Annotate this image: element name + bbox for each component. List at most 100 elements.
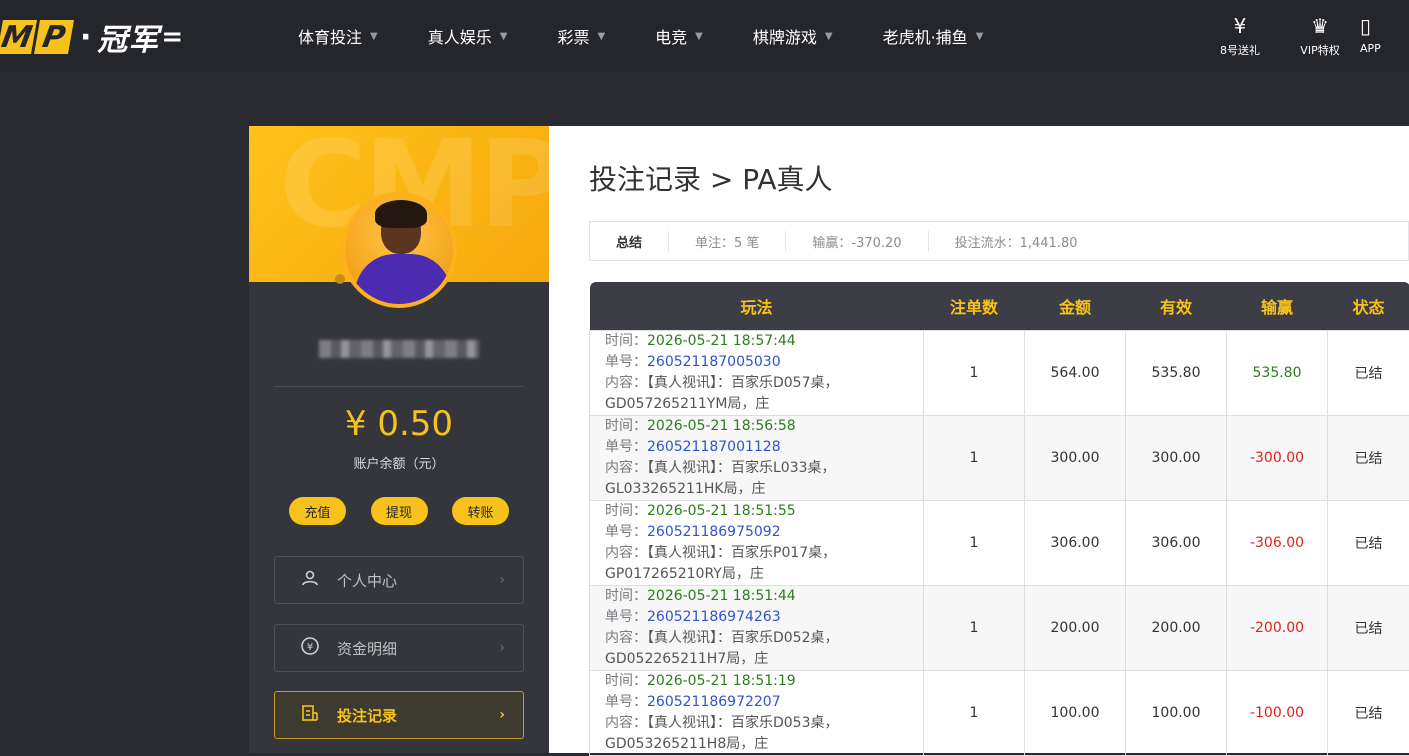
chevron-down-icon: ▼	[500, 31, 508, 42]
summary-turnover: 投注流水：1,441.80	[929, 231, 1104, 251]
username-blurred	[249, 340, 549, 362]
bet-detail-cell: 时间：2026-05-21 18:57:44 单号：26052118700503…	[590, 330, 924, 415]
bet-amount-cell: 100.00	[1025, 670, 1126, 755]
nav-lottery[interactable]: 彩票▼	[557, 24, 605, 48]
bet-content-line-1: 【真人视讯】：百家乐D057桌，	[647, 375, 839, 391]
gift-icon: ¥	[1234, 14, 1247, 38]
status-cell: 已结	[1328, 670, 1409, 755]
top-navigation-bar: M P · 冠军 = 体育投注▼ 真人娱乐▼ 彩票▼ 电竞▼ 棋牌游戏▼ 老虎机…	[0, 0, 1409, 72]
valid-amount-cell: 300.00	[1126, 415, 1227, 500]
table-row: 时间：2026-05-21 18:51:55 单号：26052118697509…	[590, 500, 1409, 585]
status-cell: 已结	[1328, 500, 1409, 585]
bet-content-line-2: GD052265211H7局，庄	[605, 651, 768, 667]
gift-link[interactable]: ¥ 8号送礼	[1200, 14, 1280, 58]
status-cell: 已结	[1328, 330, 1409, 415]
logo-brand: 冠军	[97, 15, 159, 59]
order-number-link[interactable]: 260521187001128	[647, 439, 781, 455]
app-link[interactable]: ▯ APP	[1360, 14, 1400, 58]
result-cell: -300.00	[1227, 415, 1328, 500]
vip-link[interactable]: ♛ VIP特权	[1280, 14, 1360, 58]
summary-bet-count: 单注：5 笔	[669, 231, 786, 251]
sidebar-divider	[274, 386, 524, 387]
money-cycle-icon: ¥	[297, 636, 323, 661]
bet-content-line-1: 【真人视讯】：百家乐P017桌，	[647, 545, 836, 561]
chevron-right-icon: ›	[499, 572, 505, 588]
bet-time: 2026-05-21 18:51:19	[647, 673, 796, 689]
bet-content-line-2: GD053265211H8局，庄	[605, 736, 768, 752]
summary-profit: 输赢：-370.20	[786, 231, 928, 251]
content-label: 内容：	[605, 630, 647, 646]
result-cell: -306.00	[1227, 500, 1328, 585]
valid-amount-cell: 306.00	[1126, 500, 1227, 585]
content-label: 内容：	[605, 460, 647, 476]
bet-detail-cell: 时间：2026-05-21 18:51:44 单号：26052118697426…	[590, 585, 924, 670]
order-label: 单号：	[605, 524, 647, 540]
phone-icon: ▯	[1360, 14, 1371, 38]
content-label: 内容：	[605, 545, 647, 561]
bet-time: 2026-05-21 18:57:44	[647, 333, 796, 349]
column-header-count: 注单数	[924, 282, 1025, 330]
table-header-row: 玩法 注单数 金额 有效 输赢 状态	[590, 282, 1409, 330]
order-number-link[interactable]: 260521186972207	[647, 694, 781, 710]
chevron-down-icon: ▼	[370, 31, 378, 42]
avatar-hair	[375, 200, 427, 228]
avatar[interactable]	[341, 192, 457, 308]
chevron-down-icon: ▼	[825, 31, 833, 42]
bet-content-line-1: 【真人视讯】：百家乐D052桌，	[647, 630, 839, 646]
logo-dot: ·	[80, 20, 91, 55]
sidebar-item-betting-records[interactable]: 投注记录 ›	[274, 691, 524, 739]
nav-slots-fishing[interactable]: 老虎机·捕鱼▼	[883, 24, 984, 48]
bet-content-line-2: GL033265211HK局，庄	[605, 481, 766, 497]
bet-content-line-1: 【真人视讯】：百家乐D053桌，	[647, 715, 839, 731]
page-title: 投注记录 > PA真人	[589, 158, 833, 198]
column-header-status: 状态	[1328, 282, 1409, 330]
order-label: 单号：	[605, 354, 647, 370]
content-label: 内容：	[605, 375, 647, 391]
balance-label: 账户余额（元）	[249, 453, 549, 472]
account-balance: ¥ 0.50	[249, 404, 549, 444]
time-label: 时间：	[605, 333, 647, 349]
order-number-link[interactable]: 260521187005030	[647, 354, 781, 370]
bet-count-cell: 1	[924, 415, 1025, 500]
chevron-right-icon: ›	[499, 707, 505, 723]
svg-text:¥: ¥	[307, 642, 313, 653]
main-nav: 体育投注▼ 真人娱乐▼ 彩票▼ 电竞▼ 棋牌游戏▼ 老虎机·捕鱼▼	[298, 0, 1033, 72]
site-logo[interactable]: M P · 冠军 =	[0, 18, 183, 56]
table-row: 时间：2026-05-21 18:57:44 单号：26052118700503…	[590, 330, 1409, 415]
main-content: 投注记录 > PA真人 总结 单注：5 笔 输赢：-370.20 投注流水：1,…	[549, 126, 1409, 753]
column-header-amount: 金额	[1025, 282, 1126, 330]
betting-summary-bar: 总结 单注：5 笔 输赢：-370.20 投注流水：1,441.80	[589, 221, 1409, 261]
bet-time: 2026-05-21 18:56:58	[647, 418, 796, 434]
deposit-button[interactable]: 充值	[289, 497, 346, 525]
nav-sports[interactable]: 体育投注▼	[298, 24, 378, 48]
bet-content-line-2: GD057265211YM局，庄	[605, 396, 769, 412]
crown-icon: ♛	[1311, 14, 1329, 38]
valid-amount-cell: 100.00	[1126, 670, 1227, 755]
withdraw-button[interactable]: 提现	[371, 497, 428, 525]
result-cell: -100.00	[1227, 670, 1328, 755]
nav-esports[interactable]: 电竞▼	[655, 24, 703, 48]
sidebar-item-personal-center[interactable]: 个人中心 ›	[274, 556, 524, 604]
order-label: 单号：	[605, 694, 647, 710]
account-actions: 充值 提现 转账	[289, 497, 509, 525]
nav-card-games[interactable]: 棋牌游戏▼	[753, 24, 833, 48]
chevron-down-icon: ▼	[695, 31, 703, 42]
result-cell: 535.80	[1227, 330, 1328, 415]
nav-live-casino[interactable]: 真人娱乐▼	[428, 24, 508, 48]
order-number-link[interactable]: 260521186975092	[647, 524, 781, 540]
time-label: 时间：	[605, 588, 647, 604]
bet-time: 2026-05-21 18:51:55	[647, 503, 796, 519]
sidebar-item-fund-details[interactable]: ¥ 资金明细 ›	[274, 624, 524, 672]
order-label: 单号：	[605, 439, 647, 455]
table-row: 时间：2026-05-21 18:51:44 单号：26052118697426…	[590, 585, 1409, 670]
bet-count-cell: 1	[924, 330, 1025, 415]
time-label: 时间：	[605, 418, 647, 434]
time-label: 时间：	[605, 503, 647, 519]
result-cell: -200.00	[1227, 585, 1328, 670]
transfer-button[interactable]: 转账	[452, 497, 509, 525]
order-number-link[interactable]: 260521186974263	[647, 609, 781, 625]
chevron-down-icon: ▼	[976, 31, 984, 42]
bet-amount-cell: 300.00	[1025, 415, 1126, 500]
bet-time: 2026-05-21 18:51:44	[647, 588, 796, 604]
bet-count-cell: 1	[924, 670, 1025, 755]
